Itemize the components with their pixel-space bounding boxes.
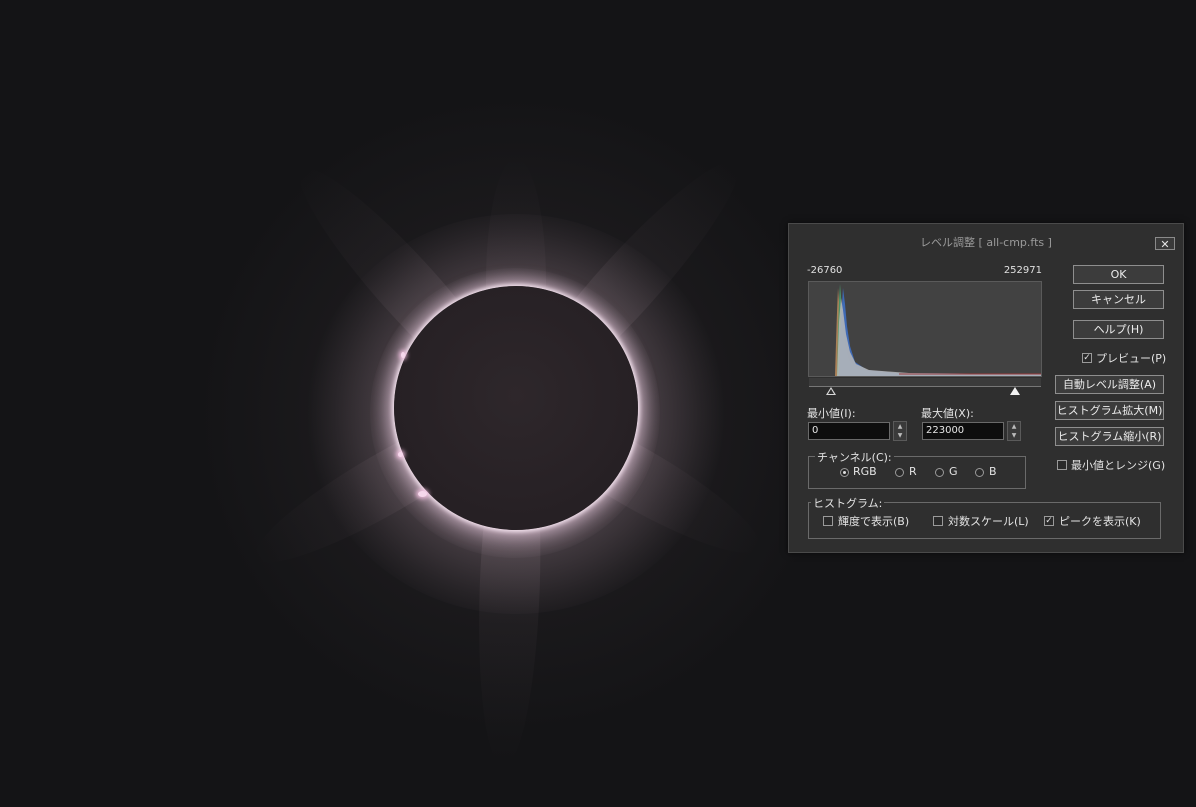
histogram-shrink-button[interactable]: ヒストグラム縮小(R) [1055,427,1164,446]
histogram-max-label: 252971 [1003,265,1042,276]
dialog-title: レベル調整 [ all-cmp.fts ] [920,236,1052,249]
cancel-button[interactable]: キャンセル [1073,290,1164,309]
histogram-expand-button[interactable]: ヒストグラム拡大(M) [1055,401,1164,420]
min-value-spinner[interactable]: ▲ ▼ [893,421,907,441]
histogram-blue-curve [839,288,1041,376]
auto-level-button[interactable]: 自動レベル調整(A) [1055,375,1164,394]
show-peak-label[interactable]: ピークを表示(K) [1059,513,1141,529]
spin-up-icon[interactable]: ▲ [1008,422,1020,431]
spin-down-icon[interactable]: ▼ [1008,431,1020,440]
luminance-checkbox[interactable] [823,516,833,526]
luminance-label[interactable]: 輝度で表示(B) [838,513,909,529]
min-value-input[interactable]: 0 [808,422,890,440]
histogram-graph [835,284,1041,376]
prominence [401,352,405,358]
prominence [418,491,427,497]
channel-radio-b[interactable] [975,468,984,477]
preview-label[interactable]: プレビュー(P) [1096,350,1166,366]
histogram-plot [808,281,1042,377]
min-and-range-checkbox[interactable] [1057,460,1067,470]
histogram-options-group: ヒストグラム: 輝度で表示(B) 対数スケール(L) ✓ ピークを表示(K) [808,495,1161,539]
histogram-min-label: -26760 [807,265,843,276]
max-value-input[interactable]: 223000 [922,422,1004,440]
histogram-green-curve [837,284,1041,376]
channel-radio-rgb[interactable] [840,468,849,477]
channel-group: チャンネル(C): RGB R G B [808,449,1026,489]
min-value-label: 最小値(I): [807,407,856,420]
level-adjust-dialog: レベル調整 [ all-cmp.fts ] ✕ -26760 252971 最小… [788,223,1184,553]
close-button[interactable]: ✕ [1155,237,1175,251]
min-and-range-label[interactable]: 最小値とレンジ(G) [1071,457,1165,473]
log-scale-label[interactable]: 対数スケール(L) [948,513,1029,529]
ok-button[interactable]: OK [1073,265,1164,284]
spin-down-icon[interactable]: ▼ [894,431,906,440]
preview-checkbox[interactable]: ✓ [1082,353,1092,363]
histogram-group-title: ヒストグラム: [811,495,885,511]
moon-disk [394,286,638,530]
help-button[interactable]: ヘルプ(H) [1073,320,1164,339]
max-value-spinner[interactable]: ▲ ▼ [1007,421,1021,441]
spin-up-icon[interactable]: ▲ [894,422,906,431]
max-value-label: 最大値(X): [921,407,974,420]
channel-label-g[interactable]: G [949,465,958,478]
channel-label-b[interactable]: B [989,465,997,478]
histogram-luminance-curve [837,298,1041,376]
channel-radio-g[interactable] [935,468,944,477]
level-slider-track[interactable] [809,378,1041,387]
show-peak-checkbox[interactable]: ✓ [1044,516,1054,526]
dialog-titlebar[interactable]: レベル調整 [ all-cmp.fts ] ✕ [789,224,1183,256]
max-level-handle[interactable] [1010,387,1020,395]
min-level-handle[interactable] [826,387,836,395]
channel-group-title: チャンネル(C): [815,449,894,465]
histogram-red-curve [835,288,1041,376]
prominence [398,452,403,457]
log-scale-checkbox[interactable] [933,516,943,526]
channel-label-r[interactable]: R [909,465,917,478]
channel-radio-r[interactable] [895,468,904,477]
channel-label-rgb[interactable]: RGB [853,465,877,478]
